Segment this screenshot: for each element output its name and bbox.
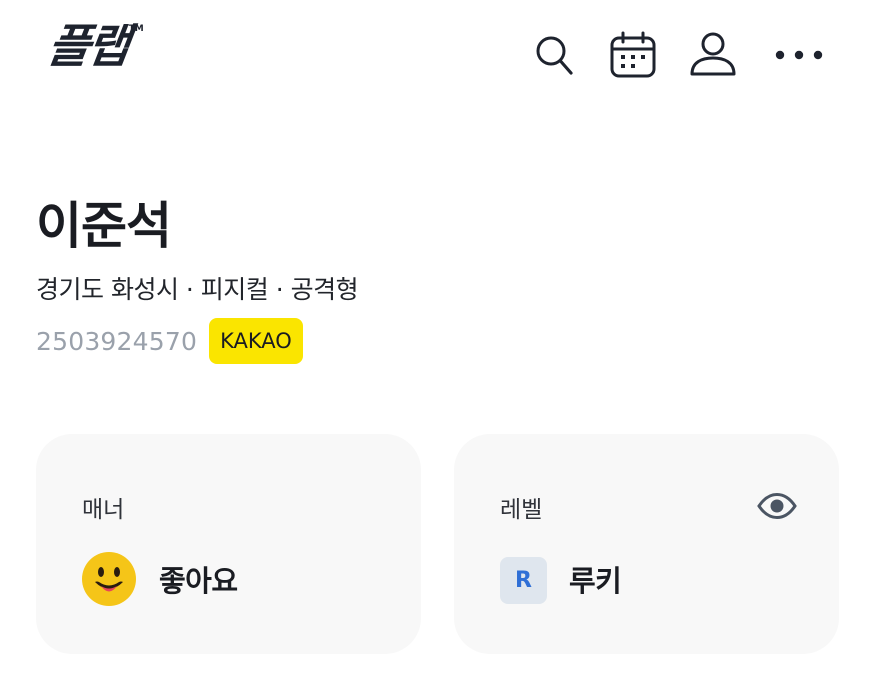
level-badge: R	[500, 557, 547, 604]
eye-icon	[757, 493, 797, 519]
logo-text: 플랩	[44, 19, 131, 73]
profile-button[interactable]	[688, 30, 738, 80]
player-name: 이준석	[36, 197, 172, 255]
more-button[interactable]	[774, 30, 824, 80]
logo-trademark: TM	[128, 24, 144, 34]
manner-title: 매너	[82, 497, 125, 523]
manner-card[interactable]: 매너 좋아요	[36, 434, 421, 654]
manner-value: 좋아요	[159, 564, 238, 598]
level-info-button[interactable]	[755, 488, 799, 524]
profile-page: 플랩 TM 이준석 경기도 화성시 · 피지컬 · 공격형 2503924570…	[0, 0, 874, 679]
id-row: 2503924570 KAKAO	[36, 318, 303, 364]
player-details: 경기도 화성시 · 피지컬 · 공격형	[36, 275, 359, 304]
user-id: 2503924570	[36, 326, 198, 356]
profile-icon	[690, 32, 736, 76]
level-value: 루키	[569, 564, 622, 598]
search-icon	[536, 36, 573, 75]
more-icon	[775, 50, 823, 60]
calendar-icon	[610, 31, 656, 78]
level-title: 레벨	[500, 497, 543, 523]
logo[interactable]: 플랩 TM	[44, 18, 144, 74]
calendar-button[interactable]	[608, 30, 658, 80]
login-provider-badge: KAKAO	[209, 318, 303, 364]
search-button[interactable]	[529, 30, 579, 80]
level-card[interactable]: 레벨 R 루키	[454, 434, 839, 654]
smiley-face-icon	[81, 551, 137, 611]
top-bar: 플랩 TM	[0, 0, 874, 110]
